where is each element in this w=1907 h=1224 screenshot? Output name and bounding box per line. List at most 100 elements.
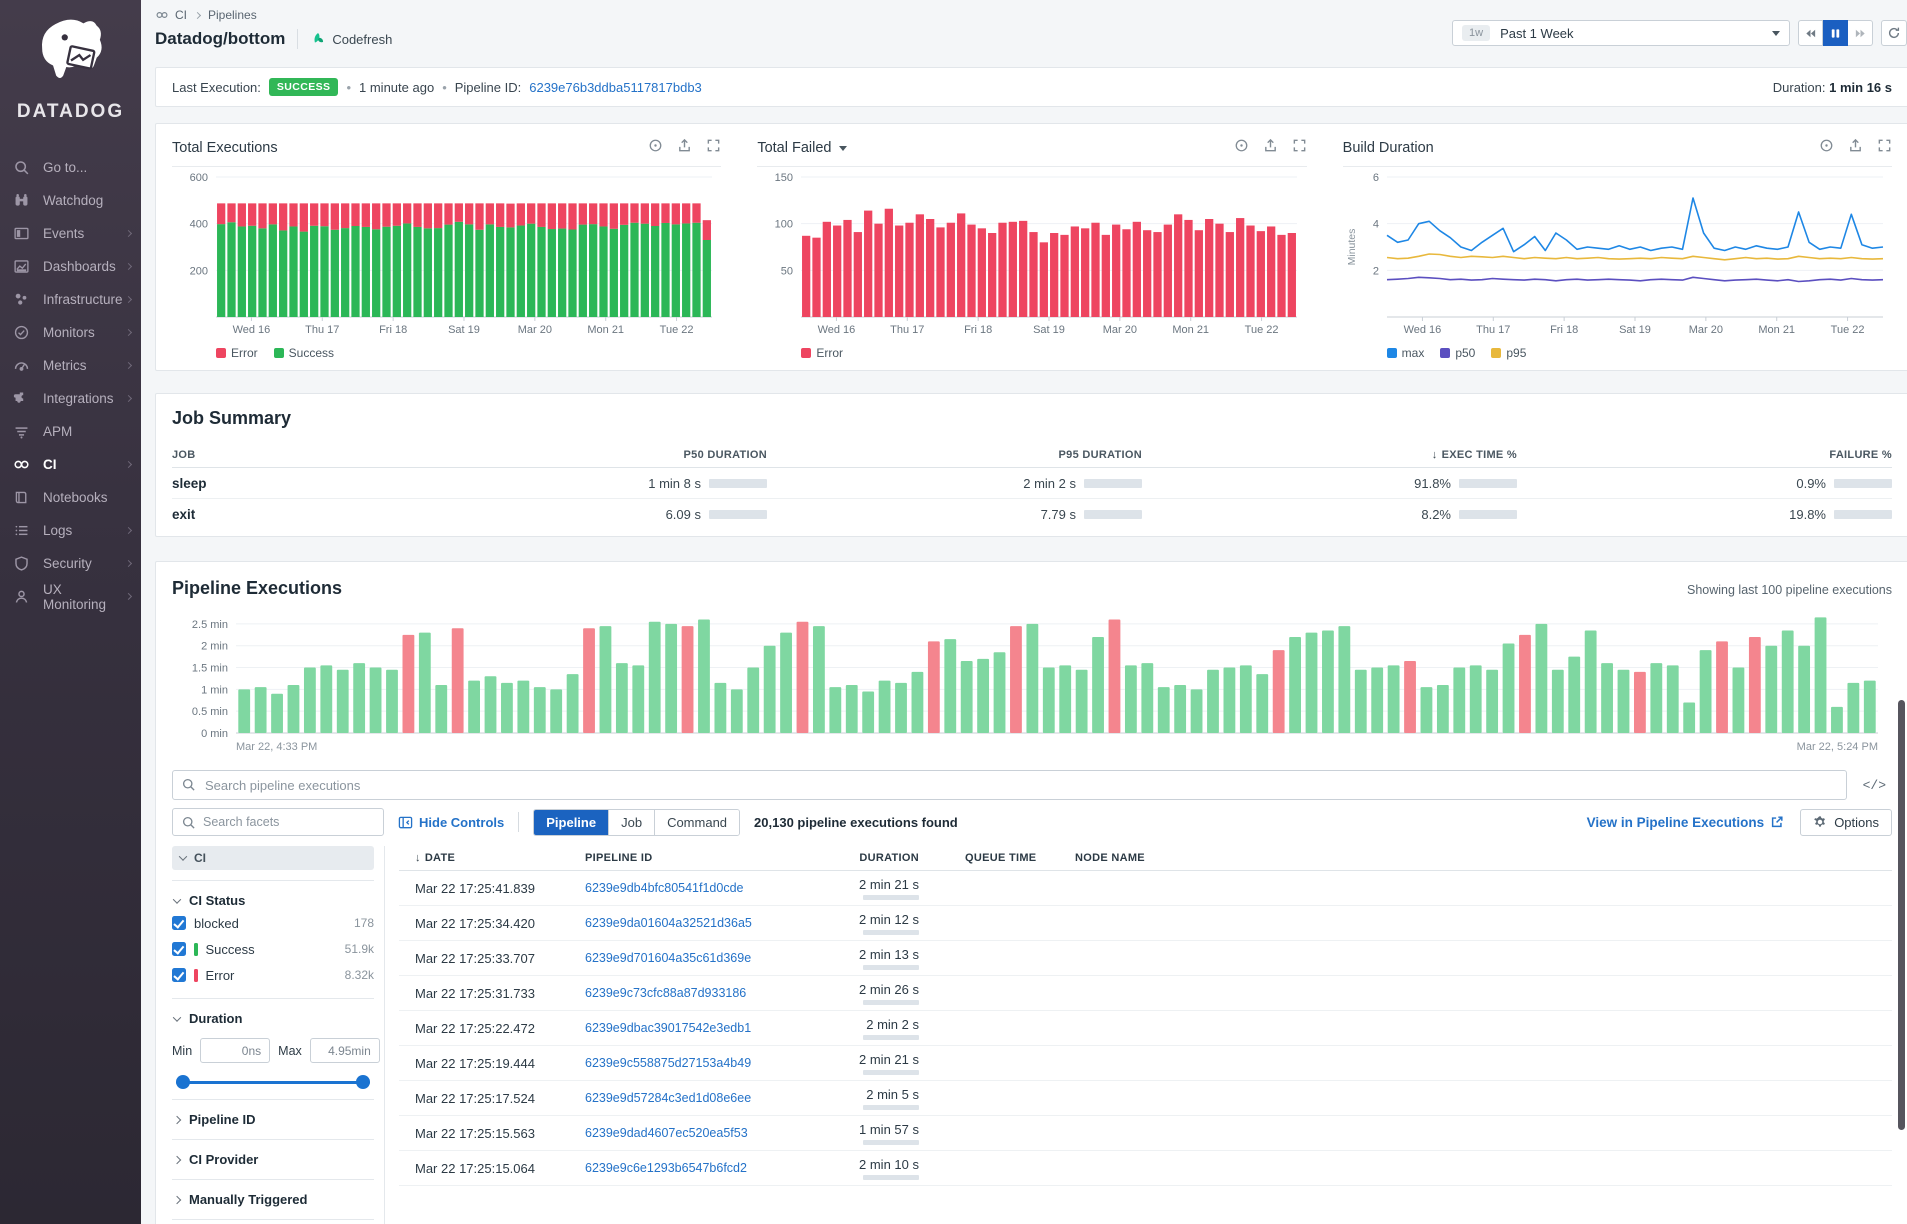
expand-icon[interactable] (1292, 138, 1307, 158)
view-in-pipeline-executions-link[interactable]: View in Pipeline Executions (1587, 815, 1785, 830)
sidebar-item-ci[interactable]: CI (0, 448, 141, 481)
sidebar-item-dashboards[interactable]: Dashboards (0, 250, 141, 283)
table-row[interactable]: Mar 22 17:25:17.5246239e9d57284c3ed1d08e… (399, 1081, 1892, 1116)
sidebar-item-notebooks[interactable]: Notebooks (0, 481, 141, 514)
scope-icon[interactable] (1234, 138, 1249, 158)
facet-option-error[interactable]: Error8.32k (172, 962, 374, 988)
table-row[interactable]: Mar 22 17:25:33.7076239e9d701604a35c61d3… (399, 941, 1892, 976)
table-row[interactable]: Mar 22 17:25:31.7336239e9c73cfc88a87d933… (399, 976, 1892, 1011)
refresh-button[interactable] (1881, 20, 1907, 46)
tab-command[interactable]: Command (654, 810, 739, 835)
table-row[interactable]: Mar 22 17:25:34.4206239e9da01604a32521d3… (399, 906, 1892, 941)
facet-option-success[interactable]: Success51.9k (172, 936, 374, 962)
legend-item-max[interactable]: max (1387, 346, 1425, 360)
legend-item-error[interactable]: Error (801, 346, 843, 360)
search-pipeline-executions-input[interactable] (172, 770, 1847, 800)
pipeline-id-link[interactable]: 6239e9dad4607ec520ea5f53 (585, 1126, 748, 1140)
sidebar-item-metrics[interactable]: Metrics (0, 349, 141, 382)
hide-controls-button[interactable]: Hide Controls (398, 815, 504, 830)
column-header-queue-time[interactable]: QUEUE TIME (965, 846, 1075, 870)
checkbox-checked-icon[interactable] (172, 942, 186, 956)
sidebar-item-ux-monitoring[interactable]: UX Monitoring (0, 580, 141, 613)
facet-group-title[interactable]: CI Provider (172, 1150, 374, 1169)
breadcrumb-page[interactable]: Pipelines (208, 8, 257, 22)
pipeline-id-link[interactable]: 6239e9c73cfc88a87d933186 (585, 986, 746, 1000)
job-summary-column-p50-duration[interactable]: P50 DURATION (392, 443, 767, 467)
total-executions-chart[interactable]: 600400200Wed 16Thu 17Fri 18Sat 19Mar 20M… (172, 171, 717, 337)
table-row[interactable]: Mar 22 17:25:15.5636239e9dad4607ec520ea5… (399, 1116, 1892, 1151)
legend-item-error[interactable]: Error (216, 346, 258, 360)
sidebar-item-infrastructure[interactable]: Infrastructure (0, 283, 141, 316)
column-header-pipeline-id[interactable]: PIPELINE ID (585, 846, 835, 870)
time-range-picker[interactable]: 1w Past 1 Week (1452, 20, 1790, 46)
facet-option-blocked[interactable]: blocked178 (172, 910, 374, 936)
sidebar-item-events[interactable]: Events (0, 217, 141, 250)
column-header-node-name[interactable]: NODE NAME (1075, 846, 1892, 870)
pipeline-id-link[interactable]: 6239e9da01604a32521d36a5 (585, 916, 752, 930)
pipeline-id-link[interactable]: 6239e76b3ddba5117817bdb3 (529, 80, 702, 95)
export-icon[interactable] (677, 138, 692, 158)
checkbox-checked-icon[interactable] (172, 968, 186, 982)
expand-icon[interactable] (706, 138, 721, 158)
job-summary-column-p95-duration[interactable]: P95 DURATION (767, 443, 1142, 467)
breadcrumb-section[interactable]: CI (175, 8, 187, 22)
sidebar-item-security[interactable]: Security (0, 547, 141, 580)
search-facets-input[interactable] (172, 808, 384, 836)
export-icon[interactable] (1263, 138, 1278, 158)
slider-handle-max[interactable] (356, 1075, 370, 1089)
column-header-duration[interactable]: DURATION (835, 846, 965, 870)
pipeline-id-link[interactable]: 6239e9c558875d27153a4b49 (585, 1056, 751, 1070)
table-row[interactable]: Mar 22 17:25:41.8396239e9db4bfc80541f1d0… (399, 871, 1892, 906)
build-duration-chart[interactable]: 642MinutesWed 16Thu 17Fri 18Sat 19Mar 20… (1343, 171, 1888, 337)
sidebar-item-watchdog[interactable]: Watchdog (0, 184, 141, 217)
table-row[interactable]: Mar 22 17:25:15.0646239e9c6e1293b6547b6f… (399, 1151, 1892, 1186)
pipeline-executions-chart[interactable]: 2.5 min2 min1.5 min1 min0.5 min0 minMar … (172, 607, 1892, 764)
duration-max-input[interactable] (310, 1038, 380, 1063)
sidebar-item-monitors[interactable]: Monitors (0, 316, 141, 349)
job-summary-row-exit[interactable]: exit6.09 s7.79 s8.2%19.8% (172, 499, 1892, 530)
time-backward-button[interactable] (1798, 20, 1823, 46)
facet-group-title[interactable]: Manually Triggered (172, 1190, 374, 1209)
code-view-toggle[interactable]: </> (1857, 774, 1892, 797)
job-summary-column-failure[interactable]: FAILURE % (1517, 443, 1892, 467)
tab-job[interactable]: Job (608, 810, 654, 835)
sidebar-item-apm[interactable]: APM (0, 415, 141, 448)
duration-min-input[interactable] (200, 1038, 270, 1063)
sidebar-item-go-to[interactable]: Go to... (0, 151, 141, 184)
table-row[interactable]: Mar 22 17:25:22.4726239e9dbac39017542e3e… (399, 1011, 1892, 1046)
options-button[interactable]: Options (1800, 809, 1892, 836)
column-header-date[interactable]: ↓DATE (415, 846, 585, 870)
sidebar-item-logs[interactable]: Logs (0, 514, 141, 547)
facet-group-title[interactable]: CI Status (172, 891, 374, 910)
legend-item-p50[interactable]: p50 (1440, 346, 1475, 360)
facet-root-ci[interactable]: CI (172, 846, 374, 870)
table-row[interactable]: Mar 22 17:25:19.4446239e9c558875d27153a4… (399, 1046, 1892, 1081)
pipeline-id-link[interactable]: 6239e9c6e1293b6547b6fcd2 (585, 1161, 747, 1175)
time-forward-button[interactable] (1848, 20, 1873, 46)
facet-group-title[interactable]: Duration (172, 1009, 374, 1028)
checkbox-checked-icon[interactable] (172, 916, 186, 930)
tab-pipeline[interactable]: Pipeline (534, 810, 608, 835)
scope-icon[interactable] (648, 138, 663, 158)
scrollbar[interactable] (1898, 700, 1905, 1130)
export-icon[interactable] (1848, 138, 1863, 158)
total-failed-chart[interactable]: 15010050Wed 16Thu 17Fri 18Sat 19Mar 20Mo… (757, 171, 1302, 337)
legend-item-success[interactable]: Success (274, 346, 334, 360)
job-summary-column-job[interactable]: JOB (172, 443, 392, 467)
pause-button[interactable] (1823, 20, 1848, 46)
pipeline-id-link[interactable]: 6239e9dbac39017542e3edb1 (585, 1021, 751, 1035)
job-summary-row-sleep[interactable]: sleep1 min 8 s2 min 2 s91.8%0.9% (172, 468, 1892, 499)
legend-item-p95[interactable]: p95 (1491, 346, 1526, 360)
sidebar-item-integrations[interactable]: Integrations (0, 382, 141, 415)
datadog-logo[interactable]: DATADOG (0, 0, 141, 133)
pipeline-id-link[interactable]: 6239e9db4bfc80541f1d0cde (585, 881, 743, 895)
expand-icon[interactable] (1877, 138, 1892, 158)
duration-slider[interactable] (176, 1075, 370, 1089)
scope-icon[interactable] (1819, 138, 1834, 158)
pipeline-id-link[interactable]: 6239e9d57284c3ed1d08e6ee (585, 1091, 751, 1105)
slider-handle-min[interactable] (176, 1075, 190, 1089)
chart-dropdown-caret-icon[interactable] (839, 146, 847, 151)
pipeline-executions-svg[interactable]: 2.5 min2 min1.5 min1 min0.5 min0 minMar … (172, 607, 1892, 759)
job-summary-column-exec-time[interactable]: ↓EXEC TIME % (1142, 443, 1517, 467)
facet-group-title[interactable]: Pipeline ID (172, 1110, 374, 1129)
